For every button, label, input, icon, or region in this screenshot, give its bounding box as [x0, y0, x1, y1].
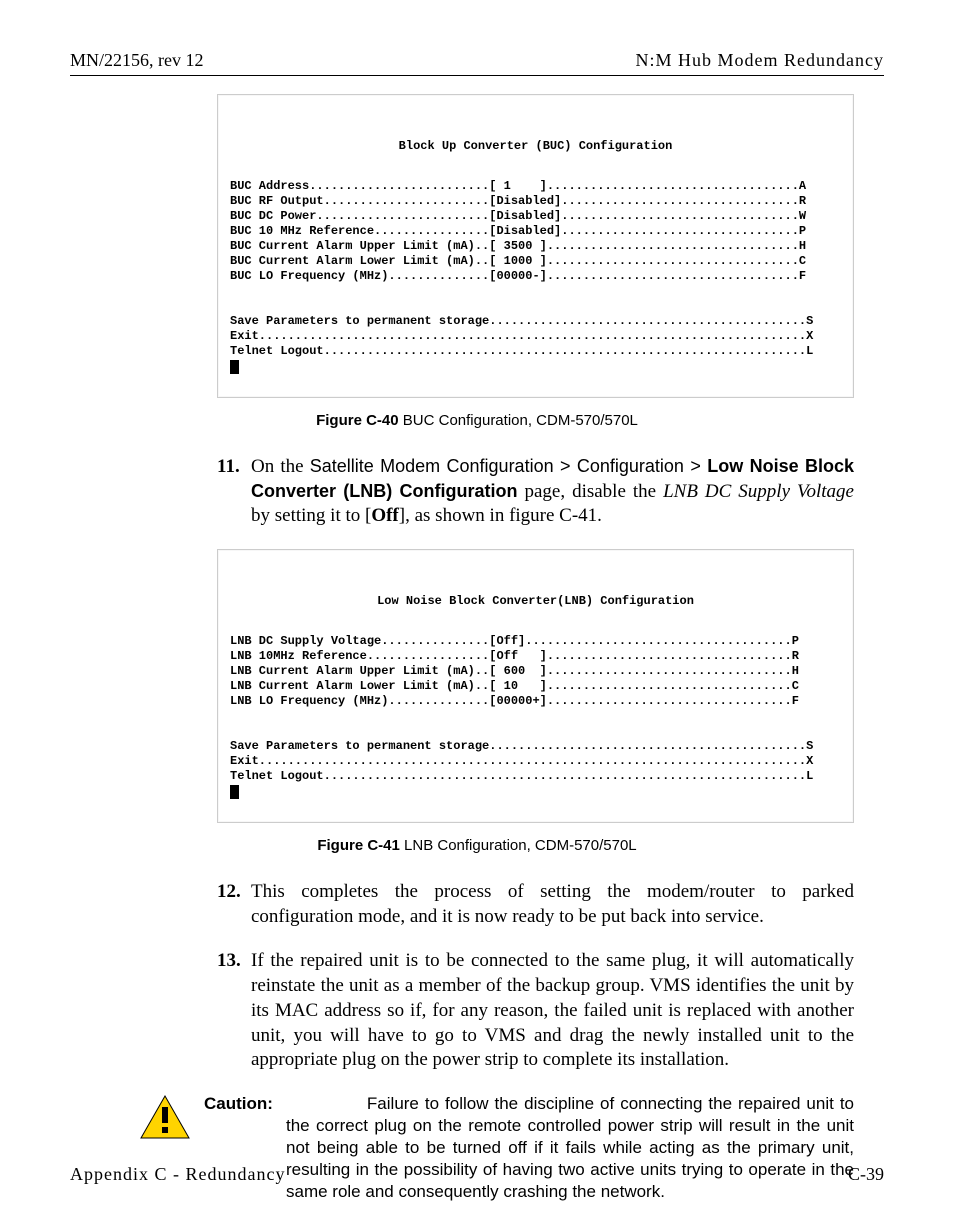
caution-label: Caution:: [204, 1094, 273, 1113]
terminal-line: Save Parameters to permanent storage....…: [230, 314, 813, 328]
terminal-line: BUC 10 MHz Reference................[Dis…: [230, 224, 806, 238]
terminal-line: Save Parameters to permanent storage....…: [230, 739, 813, 753]
step-text-part: ], as shown in figure C-41.: [399, 505, 602, 526]
terminal-line: BUC Address.........................[ 1 …: [230, 179, 806, 193]
step-number: 12.: [217, 880, 241, 905]
header-left: MN/22156, rev 12: [70, 50, 204, 71]
terminal-line: LNB DC Supply Voltage...............[Off…: [230, 634, 799, 648]
body-section: 12. This completes the process of settin…: [217, 880, 854, 1073]
cursor-icon: [230, 785, 239, 799]
caption-bold: Figure C-41: [317, 837, 400, 854]
figure-caption-c40: Figure C-40 BUC Configuration, CDM-570/5…: [70, 412, 884, 429]
terminal-line: BUC Current Alarm Upper Limit (mA)..[ 35…: [230, 239, 806, 253]
step-text: This completes the process of setting th…: [251, 881, 854, 927]
terminal-line: Telnet Logout...........................…: [230, 344, 813, 358]
caption-rest: BUC Configuration, CDM-570/570L: [399, 412, 638, 429]
step-text-part: page, disable the: [517, 481, 663, 502]
step-11: 11. On the Satellite Modem Configuration…: [217, 455, 854, 529]
terminal-line: LNB LO Frequency (MHz)..............[000…: [230, 694, 799, 708]
terminal-title: Block Up Converter (BUC) Configuration: [230, 139, 841, 154]
caption-bold: Figure C-40: [316, 412, 399, 429]
caution-icon: [140, 1095, 190, 1145]
caption-rest: LNB Configuration, CDM-570/570L: [400, 837, 637, 854]
terminal-line: BUC Current Alarm Lower Limit (mA)..[ 10…: [230, 254, 806, 268]
terminal-line: Telnet Logout...........................…: [230, 769, 813, 783]
terminal-line: BUC LO Frequency (MHz)..............[000…: [230, 269, 806, 283]
terminal-line: BUC DC Power........................[Dis…: [230, 209, 806, 223]
terminal-line: LNB Current Alarm Upper Limit (mA)..[ 60…: [230, 664, 799, 678]
header-right: N:M Hub Modem Redundancy: [636, 50, 884, 71]
step-number: 13.: [217, 949, 241, 974]
step-text: If the repaired unit is to be connected …: [251, 950, 854, 1070]
caution-block: Caution: Failure to follow the disciplin…: [140, 1093, 854, 1203]
step-text-part: On the: [251, 456, 310, 477]
footer-right: C-39: [848, 1164, 884, 1185]
step-12: 12. This completes the process of settin…: [217, 880, 854, 929]
step-text-part: by setting it to [: [251, 505, 371, 526]
caution-text-wrapper: Caution: Failure to follow the disciplin…: [204, 1093, 854, 1203]
lnb-config-terminal: Low Noise Block Converter(LNB) Configura…: [217, 549, 854, 823]
step-text-bold: Off: [371, 505, 398, 526]
step-number: 11.: [217, 455, 240, 480]
step-text-italic: LNB DC Supply Voltage: [663, 481, 854, 502]
terminal-line: LNB 10MHz Reference.................[Off…: [230, 649, 799, 663]
body-section: 11. On the Satellite Modem Configuration…: [217, 455, 854, 529]
page-footer: Appendix C - Redundancy C-39: [70, 1164, 884, 1185]
step-text-sans: Satellite Modem Configuration > Configur…: [310, 456, 708, 476]
terminal-line: LNB Current Alarm Lower Limit (mA)..[ 10…: [230, 679, 799, 693]
buc-config-terminal: Block Up Converter (BUC) Configuration B…: [217, 94, 854, 398]
caution-text: Failure to follow the discipline of conn…: [286, 1094, 854, 1201]
terminal-title: Low Noise Block Converter(LNB) Configura…: [230, 594, 841, 609]
terminal-line: Exit....................................…: [230, 329, 813, 343]
cursor-icon: [230, 360, 239, 374]
terminal-line: BUC RF Output.......................[Dis…: [230, 194, 806, 208]
step-13: 13. If the repaired unit is to be connec…: [217, 949, 854, 1072]
terminal-line: Exit....................................…: [230, 754, 813, 768]
figure-caption-c41: Figure C-41 LNB Configuration, CDM-570/5…: [70, 837, 884, 854]
footer-left: Appendix C - Redundancy: [70, 1164, 285, 1185]
page-header: MN/22156, rev 12 N:M Hub Modem Redundanc…: [70, 50, 884, 76]
